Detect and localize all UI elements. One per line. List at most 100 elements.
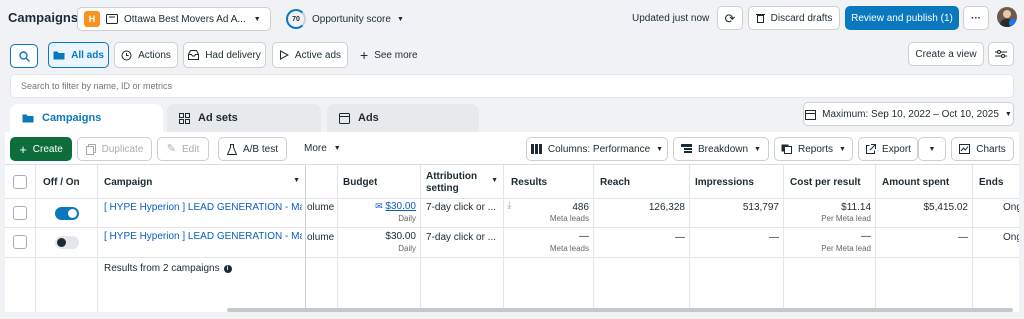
column-header-impressions[interactable]: Impressions	[695, 177, 754, 188]
edit-button[interactable]: ✎ Edit	[157, 137, 209, 161]
results-type: Meta leads	[549, 214, 589, 223]
budget-type: Daily	[398, 214, 416, 223]
column-header-amount-spent[interactable]: Amount spent	[882, 177, 949, 188]
column-header-cost-per-result[interactable]: Cost per result	[790, 177, 861, 188]
folder-icon	[53, 50, 65, 60]
impressions-value: —	[769, 232, 779, 243]
chevron-down-icon: ▼	[928, 145, 936, 153]
tab-ads[interactable]: Ads	[327, 104, 479, 132]
row-checkbox[interactable]	[13, 206, 27, 220]
budget-value[interactable]: $30.00	[385, 201, 416, 212]
clipped-column-text: olume	[307, 202, 335, 213]
refresh-icon: ⟳	[724, 10, 736, 26]
budget-value[interactable]: $30.00	[340, 231, 416, 242]
columns-icon	[530, 144, 542, 154]
campaign-toggle[interactable]	[55, 207, 79, 220]
create-view-button[interactable]: Create a view	[908, 42, 984, 66]
chevron-down-icon: ▼	[253, 15, 261, 23]
export-button[interactable]: Export	[858, 137, 918, 161]
refresh-button[interactable]: ⟳	[717, 6, 743, 30]
chevron-down-icon: ▼	[333, 145, 341, 152]
ends-value: Ong	[1003, 202, 1019, 213]
results-value: —	[579, 231, 589, 242]
campaign-name-link[interactable]: [ HYPE Hyperion ] LEAD GENERATION - Mai.…	[104, 231, 302, 242]
create-button[interactable]: + Create	[10, 137, 72, 161]
reports-icon	[781, 144, 793, 154]
trash-icon	[755, 13, 765, 23]
more-options-button[interactable]: ···	[963, 6, 989, 30]
chevron-down-icon: ▼	[656, 145, 664, 153]
plus-icon: +	[360, 47, 369, 63]
column-header-reach[interactable]: Reach	[600, 177, 630, 188]
impressions-value: 513,797	[742, 202, 779, 213]
pencil-icon: ✎	[166, 142, 176, 155]
flask-icon	[226, 143, 237, 155]
duplicate-button[interactable]: Duplicate	[77, 137, 152, 161]
reach-value: 126,328	[648, 202, 685, 213]
cost-per-result-type: Per Meta lead	[821, 214, 871, 223]
breakdown-icon	[681, 144, 693, 154]
actions-filter[interactable]: Actions	[114, 42, 178, 68]
attribution-value: 7-day click or ...	[426, 232, 497, 243]
opportunity-score-label: Opportunity score	[312, 13, 391, 25]
reports-button[interactable]: Reports ▼	[774, 137, 853, 161]
discard-drafts-button[interactable]: Discard drafts	[748, 6, 840, 30]
account-name: Ottawa Best Movers Ad A...	[124, 13, 246, 25]
search-input[interactable]	[10, 74, 1014, 98]
search-toggle-button[interactable]	[10, 44, 38, 68]
view-settings-button[interactable]	[988, 42, 1014, 66]
grid-icon	[179, 112, 190, 124]
column-header-off-on: Off / On	[43, 177, 80, 188]
ad-account-icon	[106, 14, 118, 24]
chevron-down-icon: ▼	[1004, 110, 1012, 118]
column-header-results[interactable]: Results	[511, 177, 547, 188]
amount-spent-value: —	[958, 232, 968, 243]
charts-button[interactable]: Charts	[951, 137, 1014, 161]
search-icon	[18, 50, 30, 62]
had-delivery-filter[interactable]: Had delivery	[183, 42, 266, 68]
calendar-icon	[805, 109, 817, 120]
info-icon: i	[223, 264, 232, 273]
tab-ad-sets[interactable]: Ad sets	[167, 104, 321, 132]
cost-per-result-type: Per Meta lead	[821, 244, 871, 253]
ends-value: Ong	[1003, 232, 1019, 243]
results-type: Meta leads	[549, 244, 589, 253]
see-more-button[interactable]: + See more	[360, 48, 418, 62]
profile-avatar[interactable]	[997, 7, 1017, 27]
active-ads-filter[interactable]: Active ads	[272, 42, 348, 68]
amount-spent-value: $5,415.02	[923, 202, 969, 213]
attribution-value: 7-day click or ...	[426, 202, 497, 213]
all-ads-filter[interactable]: All ads	[48, 42, 109, 68]
columns-button[interactable]: Columns: Performance ▼	[526, 137, 668, 161]
opportunity-score[interactable]: 70 Opportunity score ▼	[286, 8, 404, 30]
campaign-name-link[interactable]: [ HYPE Hyperion ] LEAD GENERATION - Main	[104, 202, 302, 213]
budget-type: Daily	[398, 244, 416, 253]
export-dropdown-button[interactable]: ▼	[918, 137, 946, 161]
row-checkbox[interactable]	[13, 235, 27, 249]
review-publish-button[interactable]: Review and publish (1)	[845, 6, 959, 30]
sort-icon: ▼	[293, 177, 300, 184]
account-selector[interactable]: H Ottawa Best Movers Ad A... ▼	[77, 7, 271, 31]
results-value: 486	[572, 202, 589, 213]
select-all-checkbox[interactable]	[13, 175, 27, 189]
sliders-icon	[995, 49, 1007, 59]
chevron-down-icon: ▼	[396, 15, 404, 23]
horizontal-scrollbar[interactable]	[227, 308, 1013, 312]
ad-icon	[339, 112, 350, 124]
inbox-icon	[188, 50, 200, 60]
campaign-toggle[interactable]	[55, 236, 79, 249]
chevron-down-icon: ▼	[839, 145, 846, 153]
column-header-campaign[interactable]: Campaign ▼	[104, 177, 302, 188]
ab-test-button[interactable]: A/B test	[218, 137, 287, 161]
history-icon	[121, 50, 132, 61]
column-header-attribution[interactable]: Attribution setting ▼	[426, 171, 500, 195]
play-icon	[279, 50, 289, 60]
column-header-ends[interactable]: Ends	[979, 177, 1003, 188]
date-range-picker[interactable]: Maximum: Sep 10, 2022 – Oct 10, 2025 ▼	[803, 102, 1014, 126]
breakdown-button[interactable]: Breakdown ▼	[673, 137, 769, 161]
opportunity-score-gauge: 70	[286, 9, 306, 29]
column-header-budget[interactable]: Budget	[343, 177, 377, 188]
tab-campaigns[interactable]: Campaigns	[10, 104, 163, 132]
cost-per-result-value: $11.14	[841, 202, 871, 213]
more-button[interactable]: More ▼	[304, 143, 341, 154]
